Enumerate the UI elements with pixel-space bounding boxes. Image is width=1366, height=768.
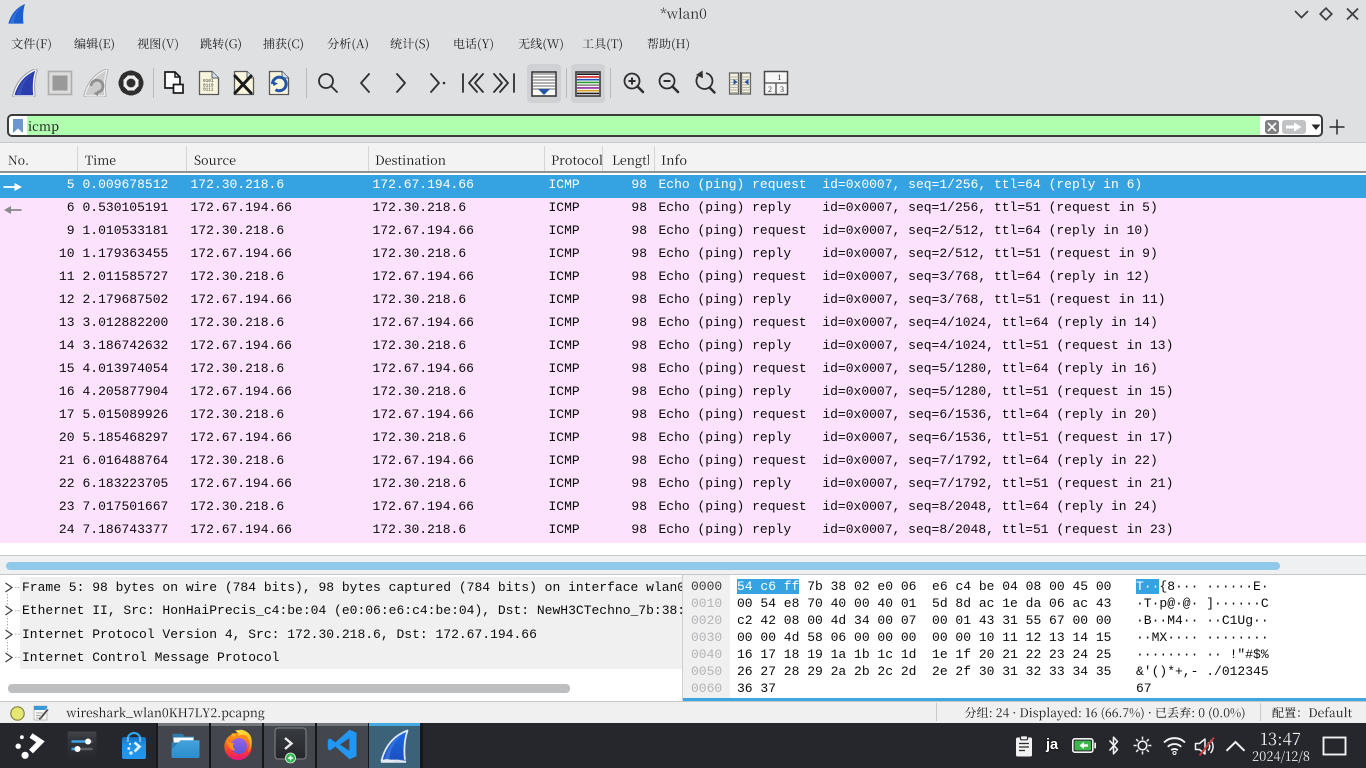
svg-text:3: 3 [780,85,784,94]
svg-text:1: 1 [778,73,782,82]
svg-text:2: 2 [768,85,772,94]
svg-text:0111: 0111 [203,88,214,93]
